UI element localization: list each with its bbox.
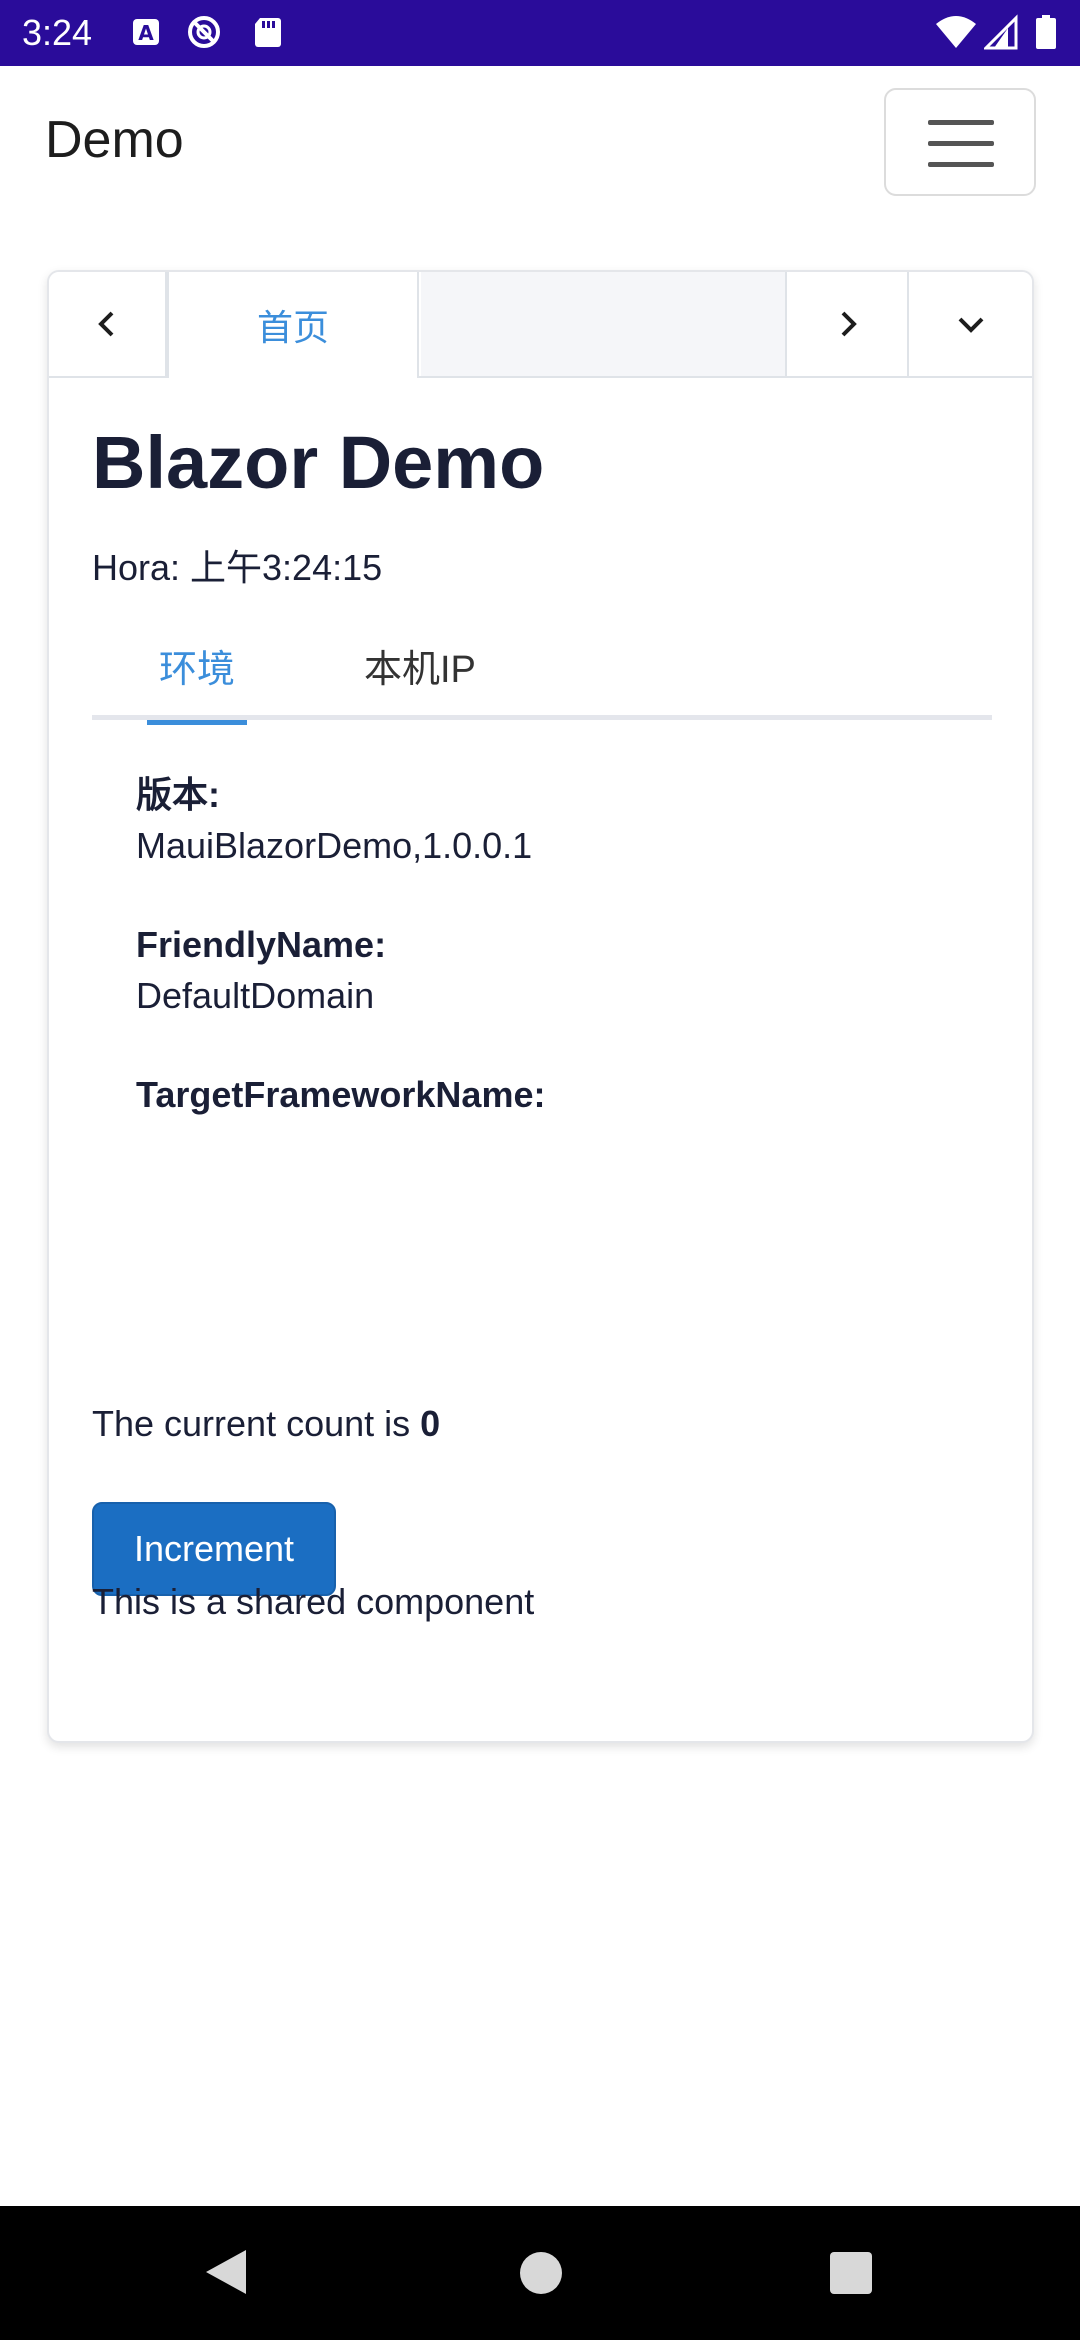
font-notification-icon: A xyxy=(133,19,159,45)
back-triangle-icon[interactable] xyxy=(204,2248,248,2296)
sync-blocked-icon xyxy=(188,16,220,48)
hamburger-menu-icon xyxy=(928,120,994,125)
env-item-version: 版本: MauiBlazorDemo,1.0.0.1 xyxy=(136,770,976,872)
time-label: Hora: 上午3:24:15 xyxy=(92,547,383,588)
count-text: The current count is 0 xyxy=(92,1400,440,1448)
system-nav-bar xyxy=(0,2206,1080,2340)
status-time: 3:24 xyxy=(22,12,93,53)
tab-home[interactable]: 首页 xyxy=(167,272,419,378)
count-prefix: The current count is xyxy=(92,1403,421,1444)
brand-title[interactable]: Demo xyxy=(45,110,184,170)
battery-icon xyxy=(1036,15,1056,49)
env-label: 版本: xyxy=(136,774,220,815)
hamburger-line xyxy=(928,141,994,146)
tab-environment[interactable]: 环境 xyxy=(147,640,247,725)
page-title: Blazor Demo xyxy=(92,421,545,504)
env-value xyxy=(136,1120,976,1172)
env-item-target-framework: TargetFrameworkName: xyxy=(136,1070,976,1172)
status-bar: 3:24 A xyxy=(0,0,1080,66)
app-header: Demo xyxy=(0,66,1080,216)
env-value: DefaultDomain xyxy=(136,975,375,1016)
tab-dropdown-button[interactable] xyxy=(909,272,1032,376)
tab-bar: 首页 xyxy=(49,272,1032,378)
hamburger-line xyxy=(928,162,994,167)
wifi-icon xyxy=(936,16,976,48)
svg-text:A: A xyxy=(138,21,154,45)
tab-local-ip[interactable]: 本机IP xyxy=(364,640,476,720)
sd-card-icon xyxy=(255,18,281,47)
home-circle-icon[interactable] xyxy=(520,2252,562,2294)
main-card: 首页 Blazor Demo Hora: 上午3:24:15 环境 本机IP 版… xyxy=(47,270,1034,1743)
chevron-left-icon xyxy=(98,311,114,337)
env-item-friendly-name: FriendlyName: DefaultDomain xyxy=(136,920,976,1022)
chevron-right-icon xyxy=(841,311,857,337)
environment-list: 版本: MauiBlazorDemo,1.0.0.1 FriendlyName:… xyxy=(136,770,976,1172)
hamburger-menu-button[interactable] xyxy=(884,88,1036,196)
env-label: TargetFrameworkName: xyxy=(136,1074,546,1115)
shared-component-text: This is a shared component xyxy=(92,1581,535,1622)
inner-tabs: 环境 本机IP xyxy=(92,640,992,725)
tab-strip-empty xyxy=(421,272,787,376)
chevron-down-icon xyxy=(958,317,983,333)
tab-home-label: 首页 xyxy=(256,307,329,348)
tab-next-button[interactable] xyxy=(789,272,909,376)
recents-square-icon[interactable] xyxy=(830,2252,872,2294)
cell-signal-icon xyxy=(984,14,1018,50)
tab-prev-button[interactable] xyxy=(49,272,167,376)
env-label: FriendlyName: xyxy=(136,924,387,965)
count-value: 0 xyxy=(420,1403,441,1444)
env-value: MauiBlazorDemo,1.0.0.1 xyxy=(136,825,533,866)
